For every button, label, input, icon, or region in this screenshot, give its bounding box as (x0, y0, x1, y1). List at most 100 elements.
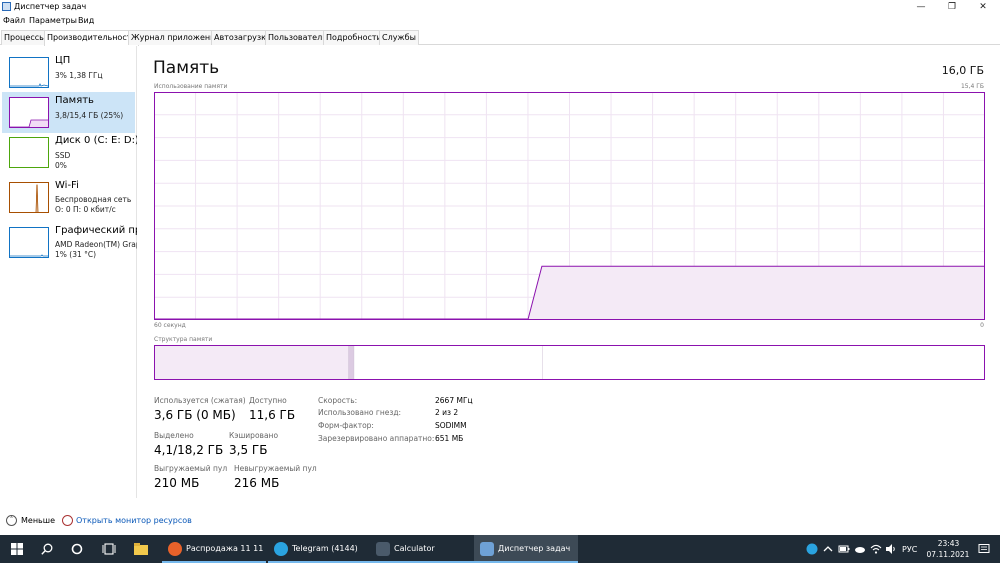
composition-segment (542, 346, 984, 379)
committed-value: 4,1/18,2 ГБ (154, 443, 224, 457)
available-value: 11,6 ГБ (249, 408, 296, 422)
open-resource-monitor-link[interactable]: Открыть монитор ресурсов (76, 516, 192, 525)
sidebar-item-label: ЦП (55, 55, 71, 66)
fewer-details-button[interactable]: Меньше (21, 516, 55, 525)
hardware-reserved-value: 651 МБ (435, 434, 464, 443)
sidebar-item-detail: 3% 1,38 ГГц (55, 71, 103, 80)
cached-value: 3,5 ГБ (229, 443, 268, 457)
composition-segment (354, 346, 543, 379)
browser-icon (168, 542, 182, 556)
chevron-up-icon[interactable] (822, 543, 834, 555)
window-title: Диспетчер задач (14, 2, 87, 11)
language-indicator[interactable]: РУС (902, 545, 917, 554)
in-use-label: Используется (сжатая) (154, 396, 246, 405)
time-axis-right-label: 0 (980, 322, 984, 329)
paged-pool-label: Выгружаемый пул (154, 464, 228, 473)
taskbar-app-calculator[interactable]: Calculator (370, 535, 474, 563)
taskbar-app-label: Calculator (394, 544, 435, 553)
sidebar-item-detail: AMD Radeon(TM) Graphics (55, 240, 137, 249)
sidebar-item-detail-2: О: 0 П: 0 кбит/с (55, 205, 116, 214)
composition-label: Структура памяти (154, 336, 213, 343)
hardware-reserved-label: Зарезервировано аппаратно: (318, 434, 435, 443)
cpu-thumbnail (9, 57, 49, 88)
taskbar: Распродажа 11 11 ... Telegram (4144) Cal… (0, 535, 1000, 563)
tray-app-icon[interactable] (806, 543, 818, 555)
memory-composition-bar (154, 345, 985, 380)
paged-pool-value: 210 МБ (154, 476, 200, 490)
task-manager-icon (2, 2, 11, 11)
usage-graph-label: Использование памяти (154, 83, 228, 90)
menu-file[interactable]: Файл (3, 16, 25, 25)
cached-label: Кэшировано (229, 431, 279, 440)
close-button[interactable]: ✕ (968, 0, 998, 14)
search-icon[interactable] (32, 535, 62, 563)
minimize-button[interactable]: — (906, 0, 936, 14)
maximize-button[interactable]: ❐ (937, 0, 967, 14)
clock-date[interactable]: 07.11.2021 (923, 550, 973, 559)
sidebar-item-label: Диск 0 (C: E: D:) (55, 135, 137, 146)
committed-label: Выделено (154, 431, 194, 440)
slots-value: 2 из 2 (435, 408, 459, 417)
memory-panel: Память 16,0 ГБ Использование памяти 15,4… (138, 46, 1000, 498)
menu-options[interactable]: Параметры (29, 16, 77, 25)
nonpaged-pool-value: 216 МБ (234, 476, 280, 490)
tab-users[interactable]: Пользователи (265, 30, 331, 45)
sidebar-item-label: Wi-Fi (55, 180, 79, 191)
windows-logo-icon (11, 543, 23, 555)
memory-thumbnail (9, 97, 49, 128)
tab-processes[interactable]: Процессы (1, 30, 49, 45)
gpu-thumbnail (9, 227, 49, 258)
footer-bar: ˄ Меньше Открыть монитор ресурсов (0, 510, 1000, 532)
resource-monitor-icon[interactable] (62, 515, 73, 526)
task-view-icon[interactable] (94, 535, 124, 563)
sidebar-item-label: Память (55, 95, 94, 106)
task-manager-window: Диспетчер задач — ❐ ✕ Файл Параметры Вид… (0, 0, 1000, 563)
file-explorer-icon[interactable] (126, 535, 156, 563)
tab-performance[interactable]: Производительность (44, 30, 140, 46)
tab-app-history[interactable]: Журнал приложений (128, 30, 224, 45)
taskbar-app-telegram[interactable]: Telegram (4144) (268, 535, 372, 563)
sidebar-item-gpu[interactable]: Графический процессор AMD Radeon(TM) Gra… (2, 222, 137, 263)
cortana-icon[interactable] (62, 535, 92, 563)
form-factor-value: SODIMM (435, 421, 467, 430)
sidebar-item-wifi[interactable]: Wi-Fi Беспроводная сеть О: 0 П: 0 кбит/с (2, 177, 135, 218)
battery-icon[interactable] (838, 543, 850, 555)
sidebar-item-disk[interactable]: Диск 0 (C: E: D:) SSD 0% (2, 132, 137, 173)
composition-segment (155, 346, 349, 379)
sidebar-item-detail-2: 1% (31 °C) (55, 250, 97, 259)
page-title: Память (153, 58, 220, 78)
sidebar-item-label: Графический процессор (55, 225, 137, 236)
speed-label: Скорость: (318, 396, 358, 405)
sidebar-item-cpu[interactable]: ЦП 3% 1,38 ГГц (2, 52, 135, 93)
usage-graph-max-label: 15,4 ГБ (960, 83, 984, 90)
wifi-icon[interactable] (870, 543, 882, 555)
nonpaged-pool-label: Невыгружаемый пул (234, 464, 317, 473)
clock-time[interactable]: 23:43 (931, 539, 966, 548)
start-button[interactable] (2, 535, 32, 563)
telegram-icon (274, 542, 288, 556)
chevron-up-icon[interactable]: ˄ (6, 515, 17, 526)
taskbar-app-task-manager[interactable]: Диспетчер задач (474, 535, 578, 563)
sidebar-item-detail-2: 0% (55, 161, 67, 170)
resource-sidebar: ЦП 3% 1,38 ГГц Память 3,8/15,4 ГБ (25%) … (0, 46, 137, 498)
in-use-value: 3,6 ГБ (0 МБ) (154, 408, 236, 422)
sidebar-item-detail: 3,8/15,4 ГБ (25%) (55, 111, 124, 120)
wifi-thumbnail (9, 182, 49, 213)
sidebar-item-memory[interactable]: Память 3,8/15,4 ГБ (25%) (2, 92, 135, 133)
available-label: Доступно (249, 396, 287, 405)
menu-view[interactable]: Вид (78, 16, 94, 25)
volume-icon[interactable] (885, 543, 897, 555)
tab-details[interactable]: Подробности (323, 30, 385, 45)
taskbar-app-browser[interactable]: Распродажа 11 11 ... (162, 535, 266, 563)
memory-usage-graph (154, 92, 985, 320)
total-memory: 16,0 ГБ (941, 64, 984, 77)
onedrive-icon[interactable] (854, 543, 866, 555)
menu-bar: Файл Параметры Вид (0, 15, 1000, 29)
composition-segment (348, 346, 355, 379)
taskbar-app-label: Диспетчер задач (498, 544, 571, 553)
disk-thumbnail (9, 137, 49, 168)
taskbar-app-label: Telegram (4144) (292, 544, 358, 553)
notification-icon[interactable] (978, 543, 990, 555)
tab-services[interactable]: Службы (379, 30, 419, 45)
tab-bar: Процессы Производительность Журнал прило… (0, 29, 1000, 46)
